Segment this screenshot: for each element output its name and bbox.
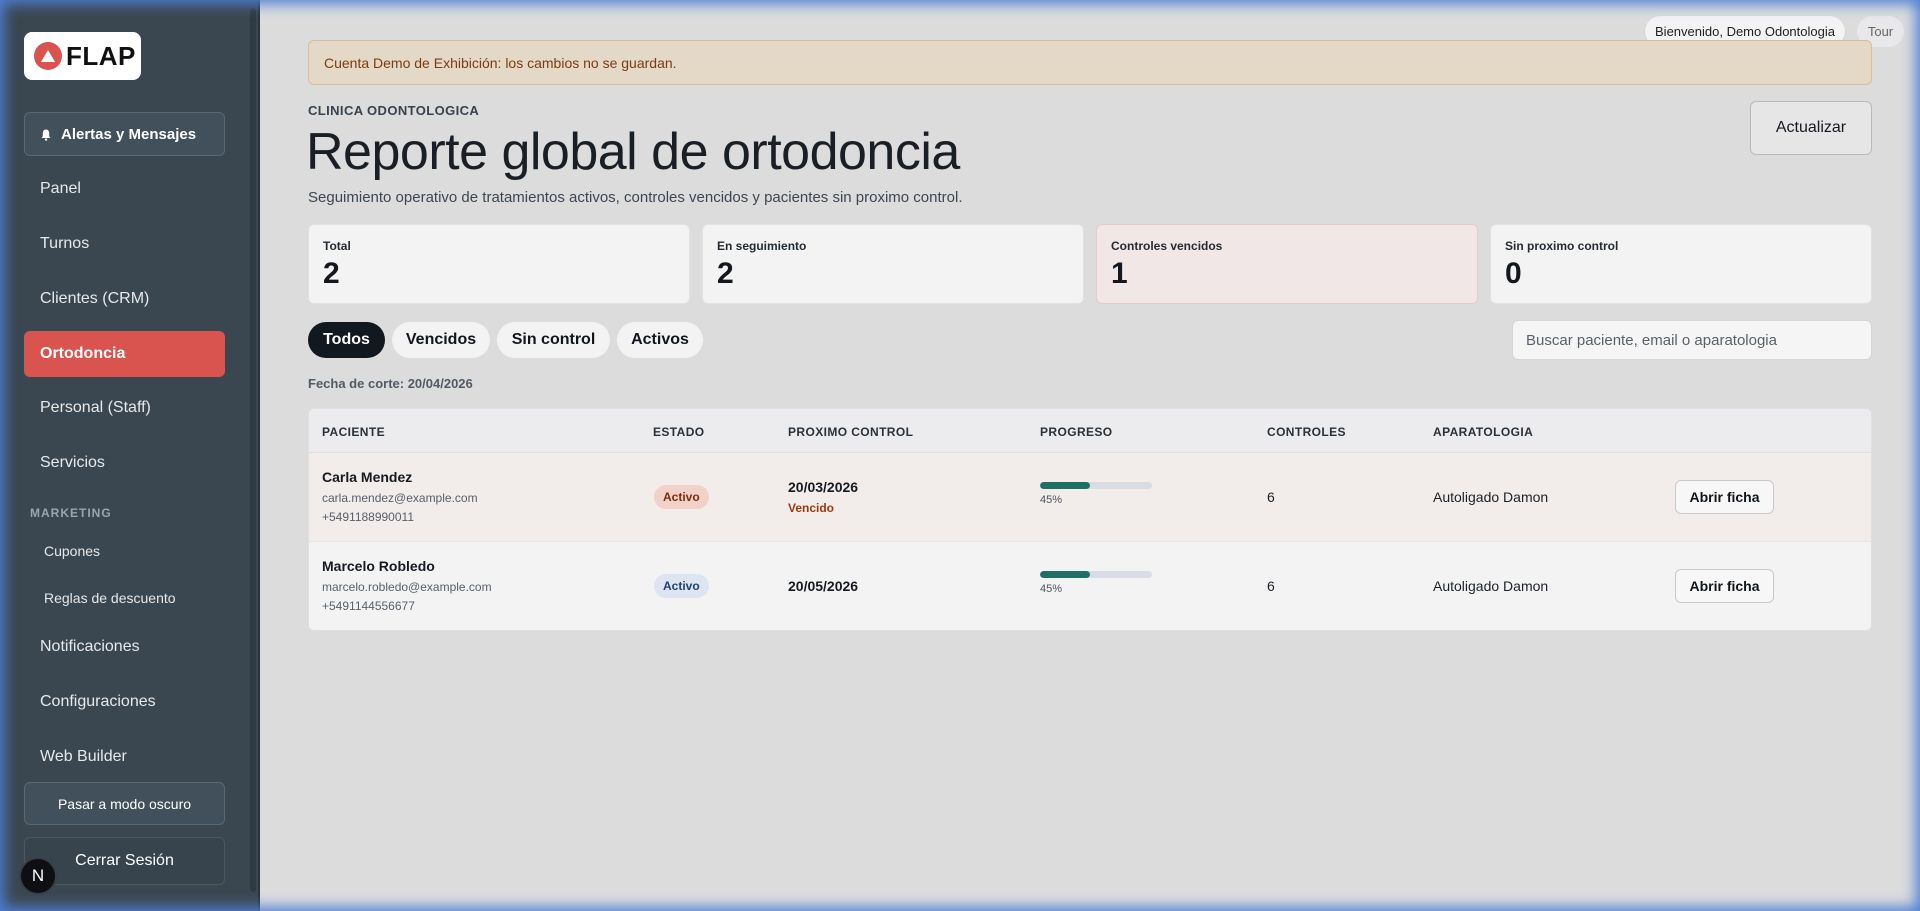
stat-card-vencidos: Controles vencidos 1 xyxy=(1096,224,1478,304)
page-eyebrow: CLINICA ODONTOLOGICA xyxy=(308,103,480,118)
open-record-button[interactable]: Abrir ficha xyxy=(1675,569,1774,603)
stat-card-total: Total 2 xyxy=(308,224,690,304)
sidebar-item-ortodoncia[interactable]: Ortodoncia xyxy=(24,331,225,377)
progress-cell: 45% xyxy=(1040,571,1152,595)
appliance: Autoligado Damon xyxy=(1433,578,1549,594)
refresh-button[interactable]: Actualizar xyxy=(1750,101,1872,155)
sidebar-item-reglas-descuento[interactable]: Reglas de descuento xyxy=(44,590,176,606)
overdue-label: Vencido xyxy=(788,501,835,515)
sidebar-item-clientes[interactable]: Clientes (CRM) xyxy=(24,276,225,322)
stat-value: 1 xyxy=(1111,257,1128,290)
sidebar-item-cupones[interactable]: Cupones xyxy=(44,543,100,559)
sidebar-item-label: Clientes (CRM) xyxy=(40,290,150,307)
sidebar-item-label: Servicios xyxy=(40,454,105,471)
table-row: Carla Mendez carla.mendez@example.com +5… xyxy=(309,453,1871,542)
stat-label: Controles vencidos xyxy=(1111,239,1223,253)
logo-text: FLAP xyxy=(66,40,136,71)
stat-value: 2 xyxy=(323,257,340,290)
stat-value: 2 xyxy=(717,257,734,290)
alerts-button[interactable]: Alertas y Mensajes xyxy=(24,112,225,156)
stat-label: Total xyxy=(323,239,351,253)
sidebar-item-label: Ortodoncia xyxy=(40,345,126,362)
progress-fill xyxy=(1040,571,1091,578)
sidebar-item-label: Notificaciones xyxy=(40,638,140,655)
progress-fill xyxy=(1040,482,1091,489)
column-header-aparatologia: APARATOLOGIA xyxy=(1433,425,1534,439)
patient-email: carla.mendez@example.com xyxy=(322,491,478,505)
patient-name: Marcelo Robledo xyxy=(322,558,435,574)
page-subtitle: Seguimiento operativo de tratamientos ac… xyxy=(308,189,963,206)
stat-label: En seguimiento xyxy=(717,239,807,253)
sidebar-item-label: Web Builder xyxy=(40,748,127,765)
next-control-cell: 20/05/2026 xyxy=(788,578,858,594)
patient-cell: Marcelo Robledo marcelo.robledo@example.… xyxy=(322,558,492,613)
appliance: Autoligado Damon xyxy=(1433,489,1549,505)
demo-banner-text: Cuenta Demo de Exhibición: los cambios n… xyxy=(324,54,677,71)
filter-chip-sin-control[interactable]: Sin control xyxy=(497,322,610,358)
filter-chip-todos[interactable]: Todos xyxy=(308,322,385,358)
filter-chip-activos[interactable]: Activos xyxy=(617,322,703,358)
stat-value: 0 xyxy=(1505,257,1522,290)
sidebar-item-turnos[interactable]: Turnos xyxy=(24,221,225,267)
sidebar-item-label: Turnos xyxy=(40,235,90,252)
action-cell: Abrir ficha xyxy=(1675,569,1774,603)
controls-count: 6 xyxy=(1267,578,1275,594)
sidebar-item-web-builder[interactable]: Web Builder xyxy=(24,734,225,780)
column-header-estado: ESTADO xyxy=(653,425,705,439)
progress-percent: 45% xyxy=(1040,583,1063,595)
sidebar-item-label: Configuraciones xyxy=(40,693,156,710)
status-badge: Activo xyxy=(654,485,709,509)
logo-triangle-icon xyxy=(34,42,62,70)
controls-count: 6 xyxy=(1267,489,1275,505)
sidebar-item-label: Panel xyxy=(40,180,81,197)
action-cell: Abrir ficha xyxy=(1675,480,1774,514)
sidebar-scrollbar[interactable] xyxy=(250,8,256,892)
next-control-cell: 20/03/2026 Vencido xyxy=(788,479,858,515)
search-input[interactable] xyxy=(1512,320,1872,360)
patient-phone: +5491188990011 xyxy=(322,510,414,524)
patient-cell: Carla Mendez carla.mendez@example.com +5… xyxy=(322,469,478,524)
sidebar-item-notificaciones[interactable]: Notificaciones xyxy=(24,624,225,670)
page-title: Reporte global de ortodoncia xyxy=(306,123,960,181)
stat-label: Sin proximo control xyxy=(1505,239,1619,253)
status-cell: Activo xyxy=(654,574,709,598)
sidebar-item-panel[interactable]: Panel xyxy=(24,166,225,212)
filter-chip-vencidos[interactable]: Vencidos xyxy=(392,322,490,358)
progress-bar xyxy=(1040,482,1152,489)
column-header-progreso: PROGRESO xyxy=(1040,425,1113,439)
column-header-proximo-control: PROXIMO CONTROL xyxy=(788,425,914,439)
avatar[interactable]: N xyxy=(19,857,57,895)
sidebar: FLAP Alertas y Mensajes Panel Turnos Cli… xyxy=(0,0,260,911)
sidebar-item-servicios[interactable]: Servicios xyxy=(24,440,225,486)
next-control-date: 20/03/2026 xyxy=(788,479,859,495)
status-badge: Activo xyxy=(654,574,709,598)
patient-email: marcelo.robledo@example.com xyxy=(322,580,492,594)
sidebar-item-personal[interactable]: Personal (Staff) xyxy=(24,385,225,431)
column-header-paciente: PACIENTE xyxy=(322,425,385,439)
status-cell: Activo xyxy=(654,485,709,509)
table-header: PACIENTE ESTADO PROXIMO CONTROL PROGRESO… xyxy=(309,409,1871,453)
bell-icon xyxy=(41,128,51,141)
open-record-button[interactable]: Abrir ficha xyxy=(1675,480,1774,514)
sidebar-item-label: Personal (Staff) xyxy=(40,399,151,416)
progress-cell: 45% xyxy=(1040,482,1152,506)
sidebar-item-configuraciones[interactable]: Configuraciones xyxy=(24,679,225,725)
patient-name: Carla Mendez xyxy=(322,469,413,485)
alerts-label: Alertas y Mensajes xyxy=(61,125,197,143)
stat-card-sin-control: Sin proximo control 0 xyxy=(1490,224,1872,304)
patient-phone: +5491144556677 xyxy=(322,599,415,613)
logo[interactable]: FLAP xyxy=(24,32,141,80)
patients-table: PACIENTE ESTADO PROXIMO CONTROL PROGRESO… xyxy=(308,408,1872,631)
cut-date: Fecha de corte: 20/04/2026 xyxy=(308,376,473,391)
stat-card-seguimiento: En seguimiento 2 xyxy=(702,224,1084,304)
demo-banner: Cuenta Demo de Exhibición: los cambios n… xyxy=(308,40,1872,85)
progress-bar xyxy=(1040,571,1152,578)
column-header-controles: CONTROLES xyxy=(1267,425,1346,439)
progress-percent: 45% xyxy=(1040,494,1063,506)
table-row: Marcelo Robledo marcelo.robledo@example.… xyxy=(309,542,1871,630)
dark-mode-button[interactable]: Pasar a modo oscuro xyxy=(24,782,225,825)
sidebar-section-marketing: MARKETING xyxy=(30,506,112,520)
next-control-date: 20/05/2026 xyxy=(788,578,859,594)
